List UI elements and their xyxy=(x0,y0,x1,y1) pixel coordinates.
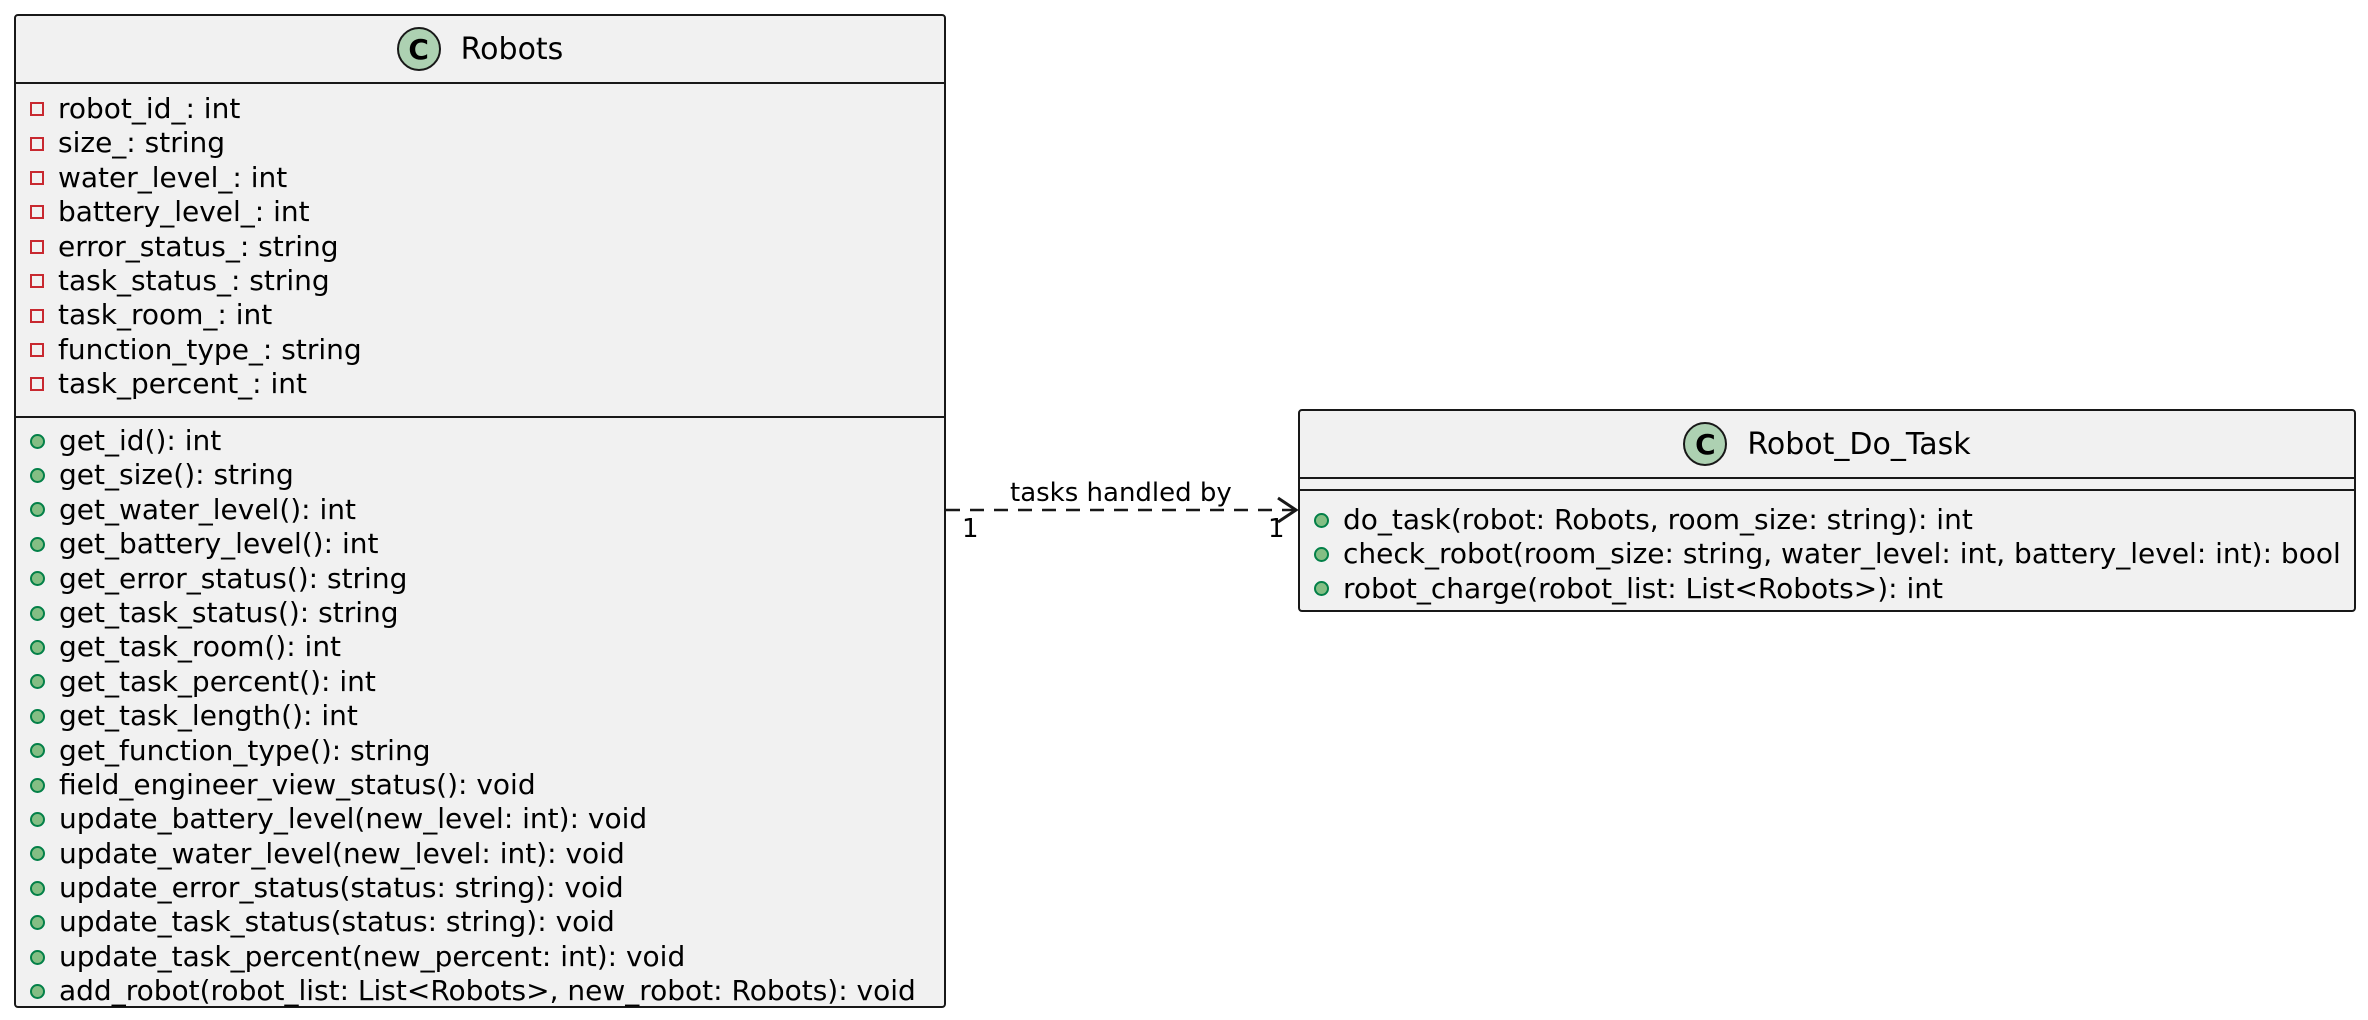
source-multiplicity: 1 xyxy=(962,514,979,544)
association-label: tasks handled by xyxy=(1010,478,1232,508)
association-connector xyxy=(946,496,1299,524)
target-multiplicity: 1 xyxy=(1268,514,1285,544)
